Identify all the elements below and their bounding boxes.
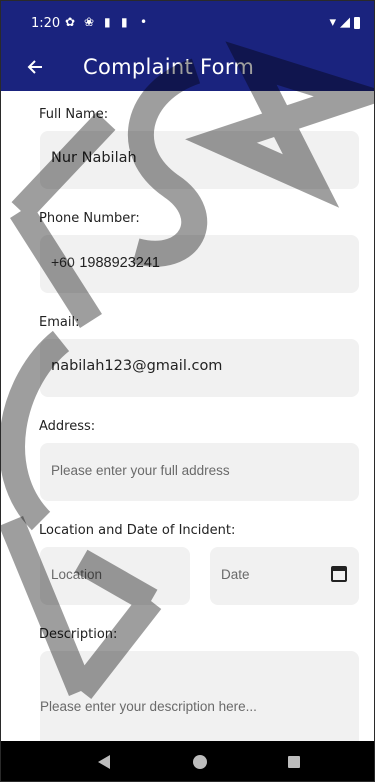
dot-icon: •	[140, 15, 148, 29]
description-label: Description:	[39, 627, 118, 642]
phone-label: Phone Number:	[39, 211, 140, 226]
settings-icon: ✿	[65, 15, 76, 29]
email-value: nabilah123@gmail.com	[51, 358, 223, 374]
battery-icon	[354, 16, 360, 29]
phone-value-wrap: +60 1988923241	[51, 254, 160, 271]
date-placeholder: Date	[221, 567, 250, 582]
description-field[interactable]: Please enter your description here...	[40, 651, 359, 741]
sim-icon: ▮	[104, 15, 111, 29]
app-screen: 1:20 ✿ ❀ ▮ ▮ • ▾ ◢ Complaint Form Full N…	[0, 0, 375, 782]
nav-recents-icon[interactable]	[288, 756, 300, 768]
status-time: 1:20	[31, 16, 61, 31]
app-bar: Complaint Form	[1, 43, 374, 91]
full-name-value: Nur Nabilah	[51, 150, 137, 166]
sim-icon: ▮	[121, 15, 128, 29]
phone-value: 1988923241	[79, 255, 161, 271]
fan-icon: ❀	[84, 15, 95, 29]
address-label: Address:	[39, 419, 96, 434]
address-placeholder: Please enter your full address	[51, 463, 230, 478]
address-field[interactable]: Please enter your full address	[40, 443, 359, 501]
page-title: Complaint Form	[83, 55, 255, 79]
full-name-field[interactable]: Nur Nabilah	[40, 131, 359, 189]
nav-home-icon[interactable]	[193, 755, 207, 769]
signal-icon: ◢	[340, 15, 350, 30]
phone-prefix: +60	[51, 254, 75, 270]
full-name-label: Full Name:	[39, 107, 109, 122]
description-placeholder: Please enter your description here...	[40, 699, 257, 714]
location-placeholder: Location	[51, 567, 103, 582]
email-field[interactable]: nabilah123@gmail.com	[40, 339, 359, 397]
status-right-icons: ▾ ◢	[329, 15, 360, 30]
calendar-icon[interactable]	[331, 566, 347, 582]
date-field[interactable]: Date	[210, 547, 359, 605]
status-bar: 1:20 ✿ ❀ ▮ ▮ • ▾ ◢	[1, 1, 374, 43]
wifi-icon: ▾	[329, 15, 336, 30]
email-label: Email:	[39, 315, 80, 330]
system-nav-bar	[1, 741, 374, 781]
location-date-label: Location and Date of Incident:	[39, 523, 236, 538]
phone-field[interactable]: +60 1988923241	[40, 235, 359, 293]
location-field[interactable]: Location	[40, 547, 190, 605]
arrow-left-icon[interactable]	[27, 53, 55, 81]
nav-back-icon[interactable]	[98, 755, 110, 769]
